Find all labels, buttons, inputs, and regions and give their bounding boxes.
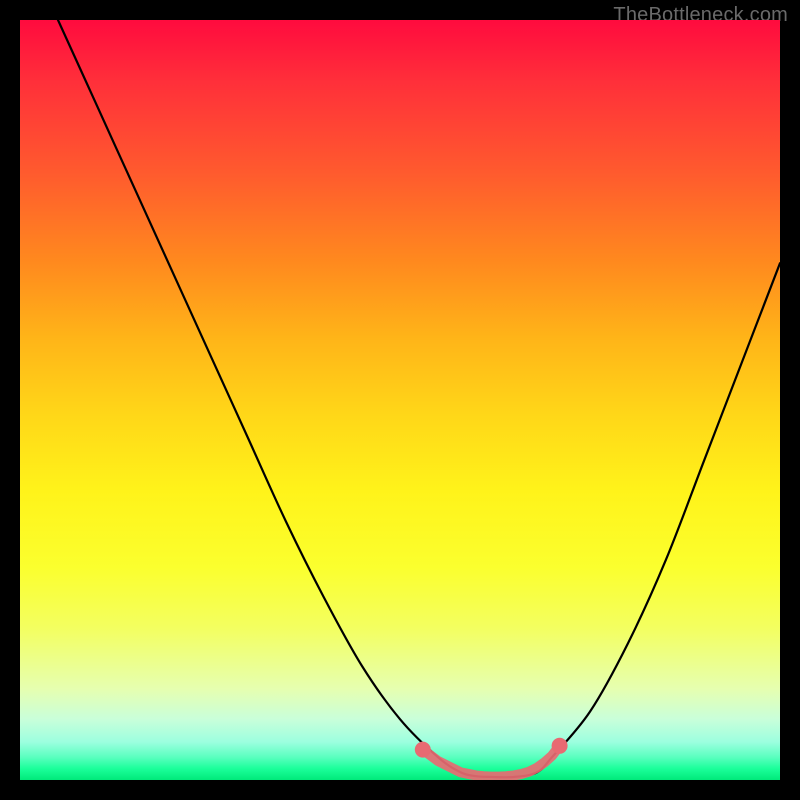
plot-area <box>20 20 780 780</box>
optimal-range-stroke <box>423 746 560 777</box>
chart-svg <box>20 20 780 780</box>
chart-container: TheBottleneck.com <box>0 0 800 800</box>
optimal-points <box>415 738 568 777</box>
optimal-end-dot <box>415 742 431 758</box>
bottleneck-curve-path <box>58 20 780 777</box>
optimal-end-dot <box>552 738 568 754</box>
bottleneck-curve <box>58 20 780 777</box>
